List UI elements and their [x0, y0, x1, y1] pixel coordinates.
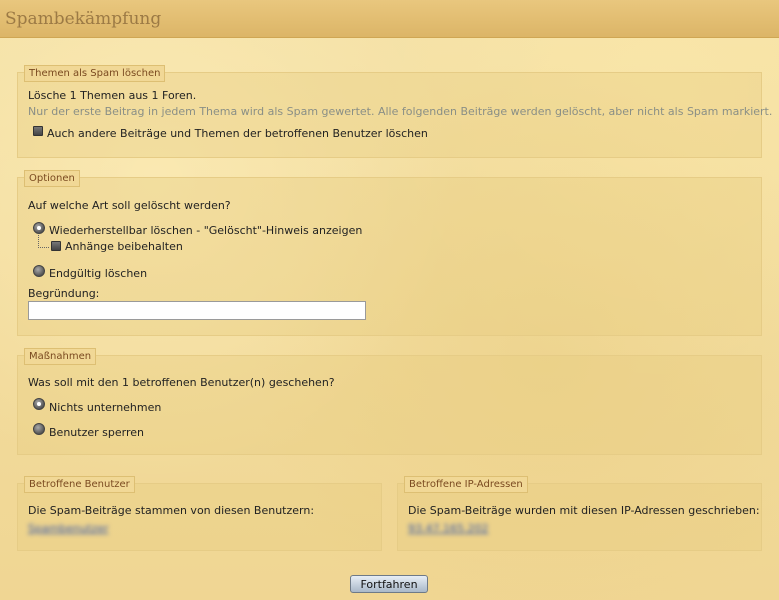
soft-delete-label[interactable]: Wiederherstellbar löschen - "Gelöscht"-H…	[49, 224, 362, 237]
tree-connector	[38, 235, 49, 248]
spam-panel: Themen als Spam löschen Lösche 1 Themen …	[17, 65, 772, 158]
also-delete-checkbox[interactable]	[33, 126, 43, 136]
continue-button[interactable]: Fortfahren	[350, 575, 428, 593]
title-bar: Spambekämpfung	[0, 0, 779, 38]
user-link[interactable]: Spambenutzer	[28, 522, 109, 535]
reason-input[interactable]	[28, 301, 366, 320]
users-panel: Betroffene Benutzer Die Spam-Beiträge st…	[17, 476, 382, 551]
options-legend: Optionen	[24, 170, 80, 187]
ip-link[interactable]: 93.47.165.202	[408, 522, 488, 535]
delete-mode-question: Auf welche Art soll gelöscht werden?	[28, 199, 231, 212]
ips-panel: Betroffene IP-Adressen Die Spam-Beiträge…	[397, 476, 762, 551]
reason-label: Begründung:	[28, 287, 100, 300]
soft-delete-radio[interactable]	[33, 222, 45, 234]
keep-attachments-checkbox[interactable]	[51, 241, 61, 251]
users-legend: Betroffene Benutzer	[24, 476, 135, 493]
spam-panel-legend: Themen als Spam löschen	[24, 65, 166, 82]
hard-delete-radio[interactable]	[33, 265, 45, 277]
ban-label[interactable]: Benutzer sperren	[49, 426, 144, 439]
ips-text: Die Spam-Beiträge wurden mit diesen IP-A…	[408, 504, 760, 517]
users-text: Die Spam-Beiträge stammen von diesen Ben…	[28, 504, 315, 517]
ban-radio[interactable]	[33, 423, 45, 435]
also-delete-label[interactable]: Auch andere Beiträge und Themen der betr…	[47, 127, 428, 140]
actions-legend: Maßnahmen	[24, 348, 97, 365]
keep-attachments-label[interactable]: Anhänge beibehalten	[65, 240, 183, 253]
nothing-radio[interactable]	[33, 398, 45, 410]
hard-delete-label[interactable]: Endgültig löschen	[49, 267, 147, 280]
ips-legend: Betroffene IP-Adressen	[404, 476, 528, 493]
actions-panel: Maßnahmen Was soll mit den 1 betroffenen…	[17, 348, 762, 455]
nothing-label[interactable]: Nichts unternehmen	[49, 401, 161, 414]
page-title: Spambekämpfung	[5, 9, 162, 29]
actions-question: Was soll mit den 1 betroffenen Benutzer(…	[28, 376, 335, 389]
options-panel: Optionen Auf welche Art soll gelöscht we…	[17, 170, 762, 336]
spam-note: Nur der erste Beitrag in jedem Thema wir…	[28, 105, 773, 118]
spam-summary: Lösche 1 Themen aus 1 Foren.	[28, 89, 197, 102]
